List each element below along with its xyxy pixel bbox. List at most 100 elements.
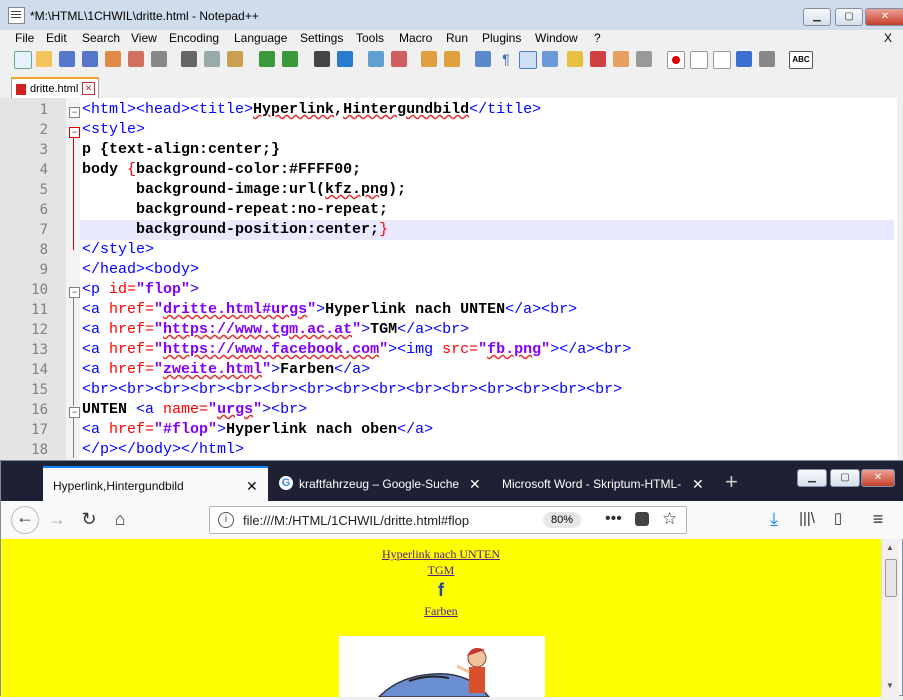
menu-search[interactable]: Search — [82, 31, 120, 45]
link-hyperlink-nach-unten[interactable]: Hyperlink nach UNTEN — [1, 547, 881, 562]
menu-edit[interactable]: Edit — [46, 31, 67, 45]
spell-check-icon[interactable]: ABC — [789, 51, 813, 69]
close-button[interactable]: ✕ — [861, 469, 895, 487]
copy-icon[interactable] — [204, 51, 220, 67]
maximize-button[interactable]: ▢ — [835, 8, 863, 26]
notepad-plus-plus-window: *M:\HTML\1CHWIL\dritte.html - Notepad++ … — [0, 0, 903, 460]
bookmark-star-icon[interactable]: ☆ — [662, 509, 677, 529]
folder-workspace-icon[interactable] — [613, 51, 629, 67]
paste-icon[interactable] — [227, 51, 243, 67]
sync-vertical-icon[interactable] — [421, 51, 437, 67]
browser-tab-active[interactable]: Hyperlink,Hintergundbild ✕ — [43, 466, 268, 503]
monitoring-icon[interactable] — [636, 51, 652, 67]
close-button[interactable]: ✕ — [865, 8, 903, 26]
tab-dritte-html[interactable]: dritte.html ✕ — [11, 77, 99, 99]
undo-icon[interactable] — [259, 51, 275, 67]
code-line: <style> — [82, 121, 146, 138]
fold-collapse-icon[interactable]: − — [69, 107, 80, 118]
info-icon[interactable]: i — [218, 512, 234, 528]
maximize-button[interactable]: ▢ — [830, 469, 860, 487]
replace-icon[interactable] — [337, 51, 353, 67]
menu-file[interactable]: File — [15, 31, 34, 45]
code-editor[interactable]: 1 2 3 4 5 6 7 8 9 10 11 12 13 14 15 16 1… — [0, 98, 897, 460]
editor-scrollbar[interactable] — [897, 98, 903, 460]
menu-window[interactable]: Window — [535, 31, 578, 45]
library-icon[interactable]: |||\ — [796, 509, 818, 531]
play-macro-icon[interactable] — [713, 51, 731, 69]
run-multiple-macro-icon[interactable] — [736, 51, 752, 67]
tab-close-icon[interactable]: ✕ — [469, 476, 481, 493]
code-line: </p></body></html> — [82, 441, 245, 458]
close-file-icon[interactable] — [105, 51, 121, 67]
line-number: 10 — [31, 282, 48, 298]
page-actions-icon[interactable]: ••• — [605, 510, 622, 528]
show-all-characters-icon[interactable]: ¶ — [498, 51, 514, 67]
word-wrap-icon[interactable] — [475, 51, 491, 67]
menu-language[interactable]: Language — [234, 31, 287, 45]
sync-horizontal-icon[interactable] — [444, 51, 460, 67]
code-line: p {text-align:center;} — [82, 141, 281, 158]
find-icon[interactable] — [314, 51, 330, 67]
menu-hamburger-icon[interactable]: ≡ — [867, 509, 889, 531]
fold-collapse-icon[interactable]: − — [69, 127, 80, 138]
fold-collapse-icon[interactable]: − — [69, 287, 80, 298]
minimize-button[interactable]: ▁ — [803, 8, 831, 26]
record-macro-icon[interactable] — [667, 51, 685, 69]
menu-view[interactable]: View — [131, 31, 157, 45]
menu-encoding[interactable]: Encoding — [169, 31, 219, 45]
scroll-up-icon[interactable]: ▲ — [886, 543, 894, 552]
code-line: <a href="https://www.facebook.com"><img … — [82, 341, 632, 358]
redo-icon[interactable] — [282, 51, 298, 67]
line-number: 9 — [39, 262, 48, 278]
scroll-down-icon[interactable]: ▼ — [886, 681, 894, 690]
cut-icon[interactable] — [181, 51, 197, 67]
browser-tab[interactable]: Microsoft Word - Skriptum-HTML- ✕ — [492, 466, 717, 501]
new-tab-button[interactable]: + — [725, 469, 738, 495]
back-button[interactable]: ← — [11, 506, 39, 534]
menu-settings[interactable]: Settings — [300, 31, 343, 45]
doc-map-icon[interactable] — [567, 51, 583, 67]
page-scrollbar[interactable]: ▲ ▼ — [881, 539, 899, 697]
pocket-icon[interactable] — [635, 512, 649, 526]
home-button[interactable]: ⌂ — [109, 509, 131, 531]
menu-help[interactable]: ? — [594, 31, 601, 45]
fold-collapse-icon[interactable]: − — [69, 407, 80, 418]
menu-plugins[interactable]: Plugins — [482, 31, 521, 45]
tab-close-icon[interactable]: ✕ — [692, 476, 704, 493]
zoom-badge[interactable]: 80% — [543, 512, 581, 528]
save-macro-icon[interactable] — [759, 51, 775, 67]
scrollbar-thumb[interactable] — [885, 559, 897, 597]
user-language-icon[interactable] — [542, 51, 558, 67]
url-bar[interactable]: i file:///M:/HTML/1CHWIL/dritte.html#flo… — [209, 506, 687, 534]
open-file-icon[interactable] — [36, 51, 52, 67]
minimize-button[interactable]: ▁ — [797, 469, 827, 487]
new-file-icon[interactable] — [14, 51, 32, 69]
downloads-icon[interactable]: ⤓ — [763, 509, 785, 531]
close-all-icon[interactable] — [128, 51, 144, 67]
sidebar-icon[interactable]: ▯ — [827, 509, 849, 531]
google-favicon-icon: G — [279, 476, 293, 490]
zoom-in-icon[interactable] — [368, 51, 384, 67]
facebook-icon[interactable]: f — [1, 580, 881, 601]
indent-guide-icon[interactable] — [519, 51, 537, 69]
menu-close-document[interactable]: X — [884, 31, 892, 45]
browser-tab[interactable]: G kraftfahrzeug – Google-Suche ✕ — [269, 466, 491, 501]
tab-close-icon[interactable]: ✕ — [246, 478, 258, 495]
reload-button[interactable]: ↻ — [78, 509, 100, 531]
code-line: <a href="zweite.html">Farben</a> — [82, 361, 371, 378]
menu-macro[interactable]: Macro — [399, 31, 432, 45]
function-list-icon[interactable] — [590, 51, 606, 67]
print-icon[interactable] — [151, 51, 167, 67]
code-line: background-image:url(kfz.png); — [82, 181, 407, 198]
menu-tools[interactable]: Tools — [356, 31, 384, 45]
save-icon[interactable] — [59, 51, 75, 67]
zoom-out-icon[interactable] — [391, 51, 407, 67]
tab-close-icon[interactable]: ✕ — [82, 82, 95, 95]
save-all-icon[interactable] — [82, 51, 98, 67]
link-farben[interactable]: Farben — [1, 604, 881, 619]
stop-macro-icon[interactable] — [690, 51, 708, 69]
link-tgm[interactable]: TGM — [1, 563, 881, 578]
line-number-gutter: 1 2 3 4 5 6 7 8 9 10 11 12 13 14 15 16 1… — [0, 98, 66, 460]
menu-run[interactable]: Run — [446, 31, 468, 45]
forward-button[interactable]: → — [46, 509, 68, 531]
